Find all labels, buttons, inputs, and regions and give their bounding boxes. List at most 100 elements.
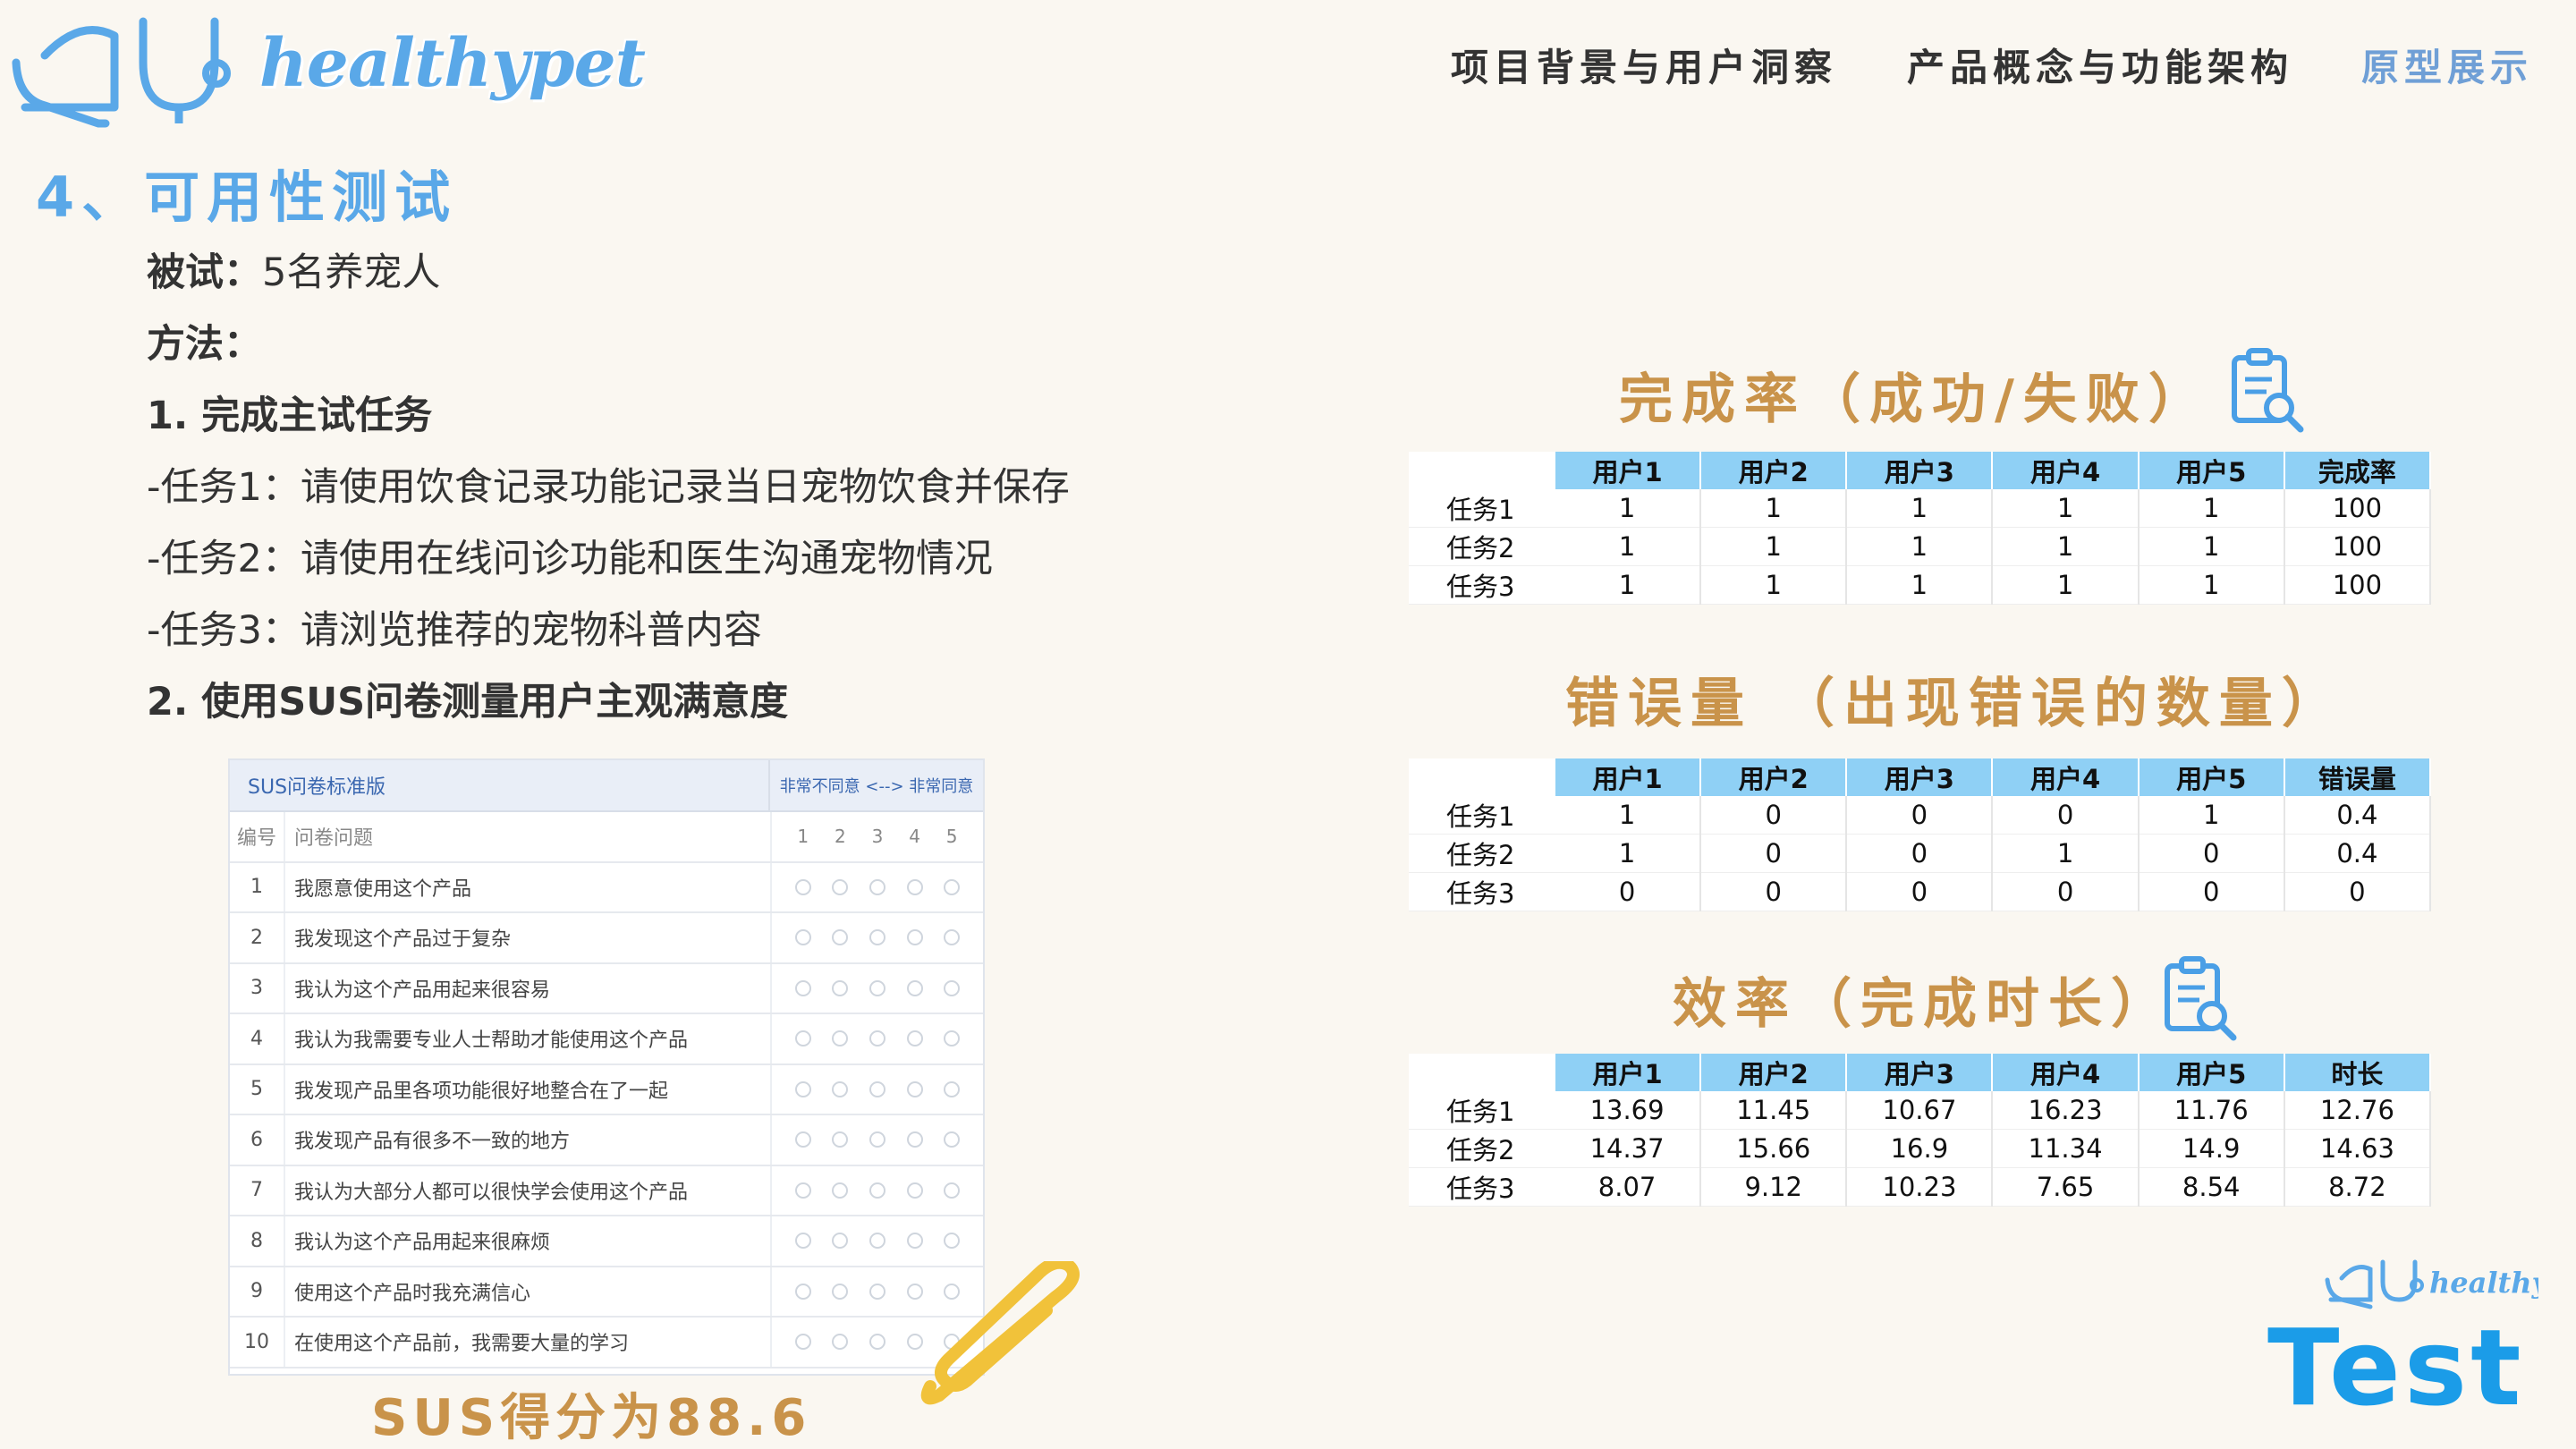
sus-radio-option[interactable] — [869, 878, 886, 895]
sus-radio-option[interactable] — [794, 1233, 811, 1250]
sus-question-text: 我发现这个产品过于复杂 — [284, 913, 770, 962]
nav-item-prototype[interactable]: 原型展示 — [2361, 38, 2533, 92]
task-1: -任务1：请使用饮食记录功能记录当日宠物饮食并保存 — [147, 465, 1070, 510]
table-cell: 1 — [1846, 527, 1994, 566]
sus-radio-option[interactable] — [869, 1131, 886, 1148]
table-column-header: 用户4 — [1992, 758, 2140, 796]
scale-3: 3 — [871, 826, 884, 848]
sus-radio-option[interactable] — [906, 1030, 923, 1047]
table-row-header: 任务2 — [1409, 834, 1555, 873]
scale-4: 4 — [909, 826, 920, 848]
sus-question-text: 我认为大部分人都可以很快学会使用这个产品 — [284, 1165, 770, 1215]
sus-radio-option[interactable] — [869, 1233, 886, 1250]
nav-item-background[interactable]: 项目背景与用户洞察 — [1451, 38, 1837, 92]
task-3: -任务3：请浏览推荐的宠物科普内容 — [147, 608, 762, 653]
table-cell: 1 — [1992, 565, 2140, 605]
sus-question-text: 我认为我需要专业人士帮助才能使用这个产品 — [284, 1014, 770, 1063]
table-row: 任务3 8.07 9.12 10.23 7.65 8.54 8.72 — [1409, 1167, 2432, 1207]
sus-radio-option[interactable] — [906, 1233, 923, 1250]
sus-radio-option[interactable] — [944, 1030, 961, 1047]
sus-radio-option[interactable] — [794, 1182, 811, 1199]
table-cell: 11.76 — [2138, 1091, 2285, 1130]
sus-question-number: 10 — [244, 1330, 269, 1353]
sus-radio-option[interactable] — [944, 1233, 961, 1250]
sus-radio-option[interactable] — [832, 1283, 849, 1300]
sus-radio-option[interactable] — [869, 979, 886, 996]
table-cell: 1 — [1846, 489, 1994, 528]
healthypet-mini-logo-icon: healthypet — [2325, 1259, 2538, 1309]
table-cell: 0 — [2138, 872, 2285, 911]
sus-radio-option[interactable] — [832, 878, 849, 895]
sus-radio-option[interactable] — [906, 1131, 923, 1148]
table-row: 任务1 1 0 0 0 1 0.4 — [1409, 796, 2432, 835]
sus-question-row: 3 我认为这个产品用起来很容易 — [230, 963, 983, 1014]
sus-radio-option[interactable] — [794, 1283, 811, 1300]
step-2: 2. 使用SUS问卷测量用户主观满意度 — [147, 680, 789, 724]
sus-radio-option[interactable] — [832, 979, 849, 996]
sus-radio-option[interactable] — [906, 1182, 923, 1199]
sus-radio-option[interactable] — [832, 1080, 849, 1097]
subjects-label: 被试： — [147, 250, 262, 295]
sus-radio-option[interactable] — [869, 1030, 886, 1047]
table-column-header: 用户2 — [1700, 452, 1848, 489]
table-column-header: 用户1 — [1555, 758, 1702, 796]
sus-radio-option[interactable] — [869, 1334, 886, 1351]
table-cell: 10.67 — [1846, 1091, 1994, 1130]
sus-radio-option[interactable] — [944, 1080, 961, 1097]
sus-radio-option[interactable] — [832, 1182, 849, 1199]
sus-radio-option[interactable] — [869, 1080, 886, 1097]
sus-radio-option[interactable] — [794, 929, 811, 946]
table-cell: 1 — [1700, 489, 1848, 528]
sus-question-number: 9 — [250, 1280, 263, 1303]
sus-radio-group — [770, 1115, 983, 1165]
sus-radio-group — [770, 1014, 983, 1063]
sus-radio-group — [770, 1064, 983, 1114]
sus-radio-option[interactable] — [869, 1283, 886, 1300]
sus-radio-option[interactable] — [794, 1131, 811, 1148]
sus-question-number: 2 — [250, 926, 263, 949]
sus-radio-option[interactable] — [794, 1080, 811, 1097]
sus-score: SUS得分为88.6 — [371, 1389, 812, 1447]
sus-radio-option[interactable] — [794, 979, 811, 996]
sus-radio-option[interactable] — [906, 929, 923, 946]
sus-radio-group — [770, 1216, 983, 1266]
table-cell: 14.63 — [2284, 1129, 2432, 1168]
sus-radio-option[interactable] — [794, 1030, 811, 1047]
sus-radio-option[interactable] — [832, 929, 849, 946]
sus-radio-option[interactable] — [832, 1334, 849, 1351]
sus-radio-option[interactable] — [832, 1030, 849, 1047]
sus-radio-option[interactable] — [944, 1131, 961, 1148]
sus-radio-option[interactable] — [794, 1334, 811, 1351]
table-corner — [1409, 452, 1555, 489]
sus-radio-option[interactable] — [869, 1182, 886, 1199]
table-cell: 14.37 — [1555, 1129, 1702, 1168]
table-cell: 0 — [1700, 872, 1848, 911]
nav-item-concept[interactable]: 产品概念与功能架构 — [1907, 38, 2293, 92]
sus-radio-option[interactable] — [944, 979, 961, 996]
sus-question-row: 7 我认为大部分人都可以很快学会使用这个产品 — [230, 1165, 983, 1216]
sus-radio-option[interactable] — [832, 1131, 849, 1148]
table-corner — [1409, 758, 1555, 796]
table-column-header: 用户1 — [1555, 1054, 1702, 1091]
clipboard-search-icon — [2232, 348, 2304, 433]
sus-radio-option[interactable] — [906, 1080, 923, 1097]
table-cell: 0 — [1846, 872, 1994, 911]
table-cell: 1 — [1846, 565, 1994, 605]
table-row: 任务3 1 1 1 1 1 100 — [1409, 565, 2432, 605]
table-column-header: 错误量 — [2284, 758, 2432, 796]
sus-radio-option[interactable] — [944, 1182, 961, 1199]
sus-radio-option[interactable] — [794, 878, 811, 895]
sus-radio-option[interactable] — [832, 1233, 849, 1250]
sus-question-row: 10 在使用这个产品前，我需要大量的学习 — [230, 1318, 983, 1368]
table-column-header: 用户5 — [2138, 452, 2285, 489]
sus-question-text: 使用这个产品时我充满信心 — [284, 1267, 770, 1316]
sus-question-row: 5 我发现产品里各项功能很好地整合在了一起 — [230, 1064, 983, 1115]
sus-radio-option[interactable] — [944, 878, 961, 895]
sus-radio-option[interactable] — [906, 878, 923, 895]
sus-radio-option[interactable] — [869, 929, 886, 946]
sus-radio-option[interactable] — [906, 979, 923, 996]
table-row: 任务2 1 1 1 1 1 100 — [1409, 527, 2432, 566]
sus-radio-option[interactable] — [944, 929, 961, 946]
table-cell: 8.72 — [2284, 1167, 2432, 1207]
table-cell: 0 — [1846, 834, 1994, 873]
